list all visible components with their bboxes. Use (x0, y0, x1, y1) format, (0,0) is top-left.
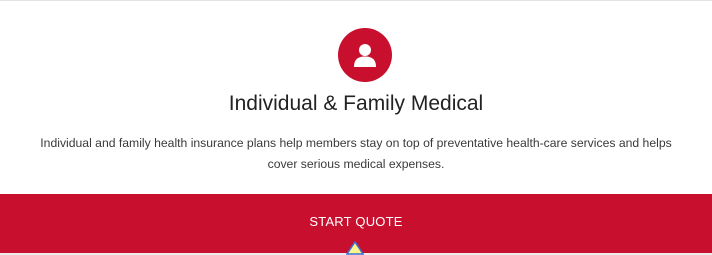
product-card: Individual & Family Medical Individual a… (0, 0, 712, 255)
card-title: Individual & Family Medical (228, 92, 484, 115)
user-icon (338, 28, 392, 82)
card-description: Individual and family health insurance p… (40, 136, 672, 171)
mouse-cursor-icon (346, 241, 364, 255)
start-quote-label: START QUOTE (309, 214, 403, 229)
